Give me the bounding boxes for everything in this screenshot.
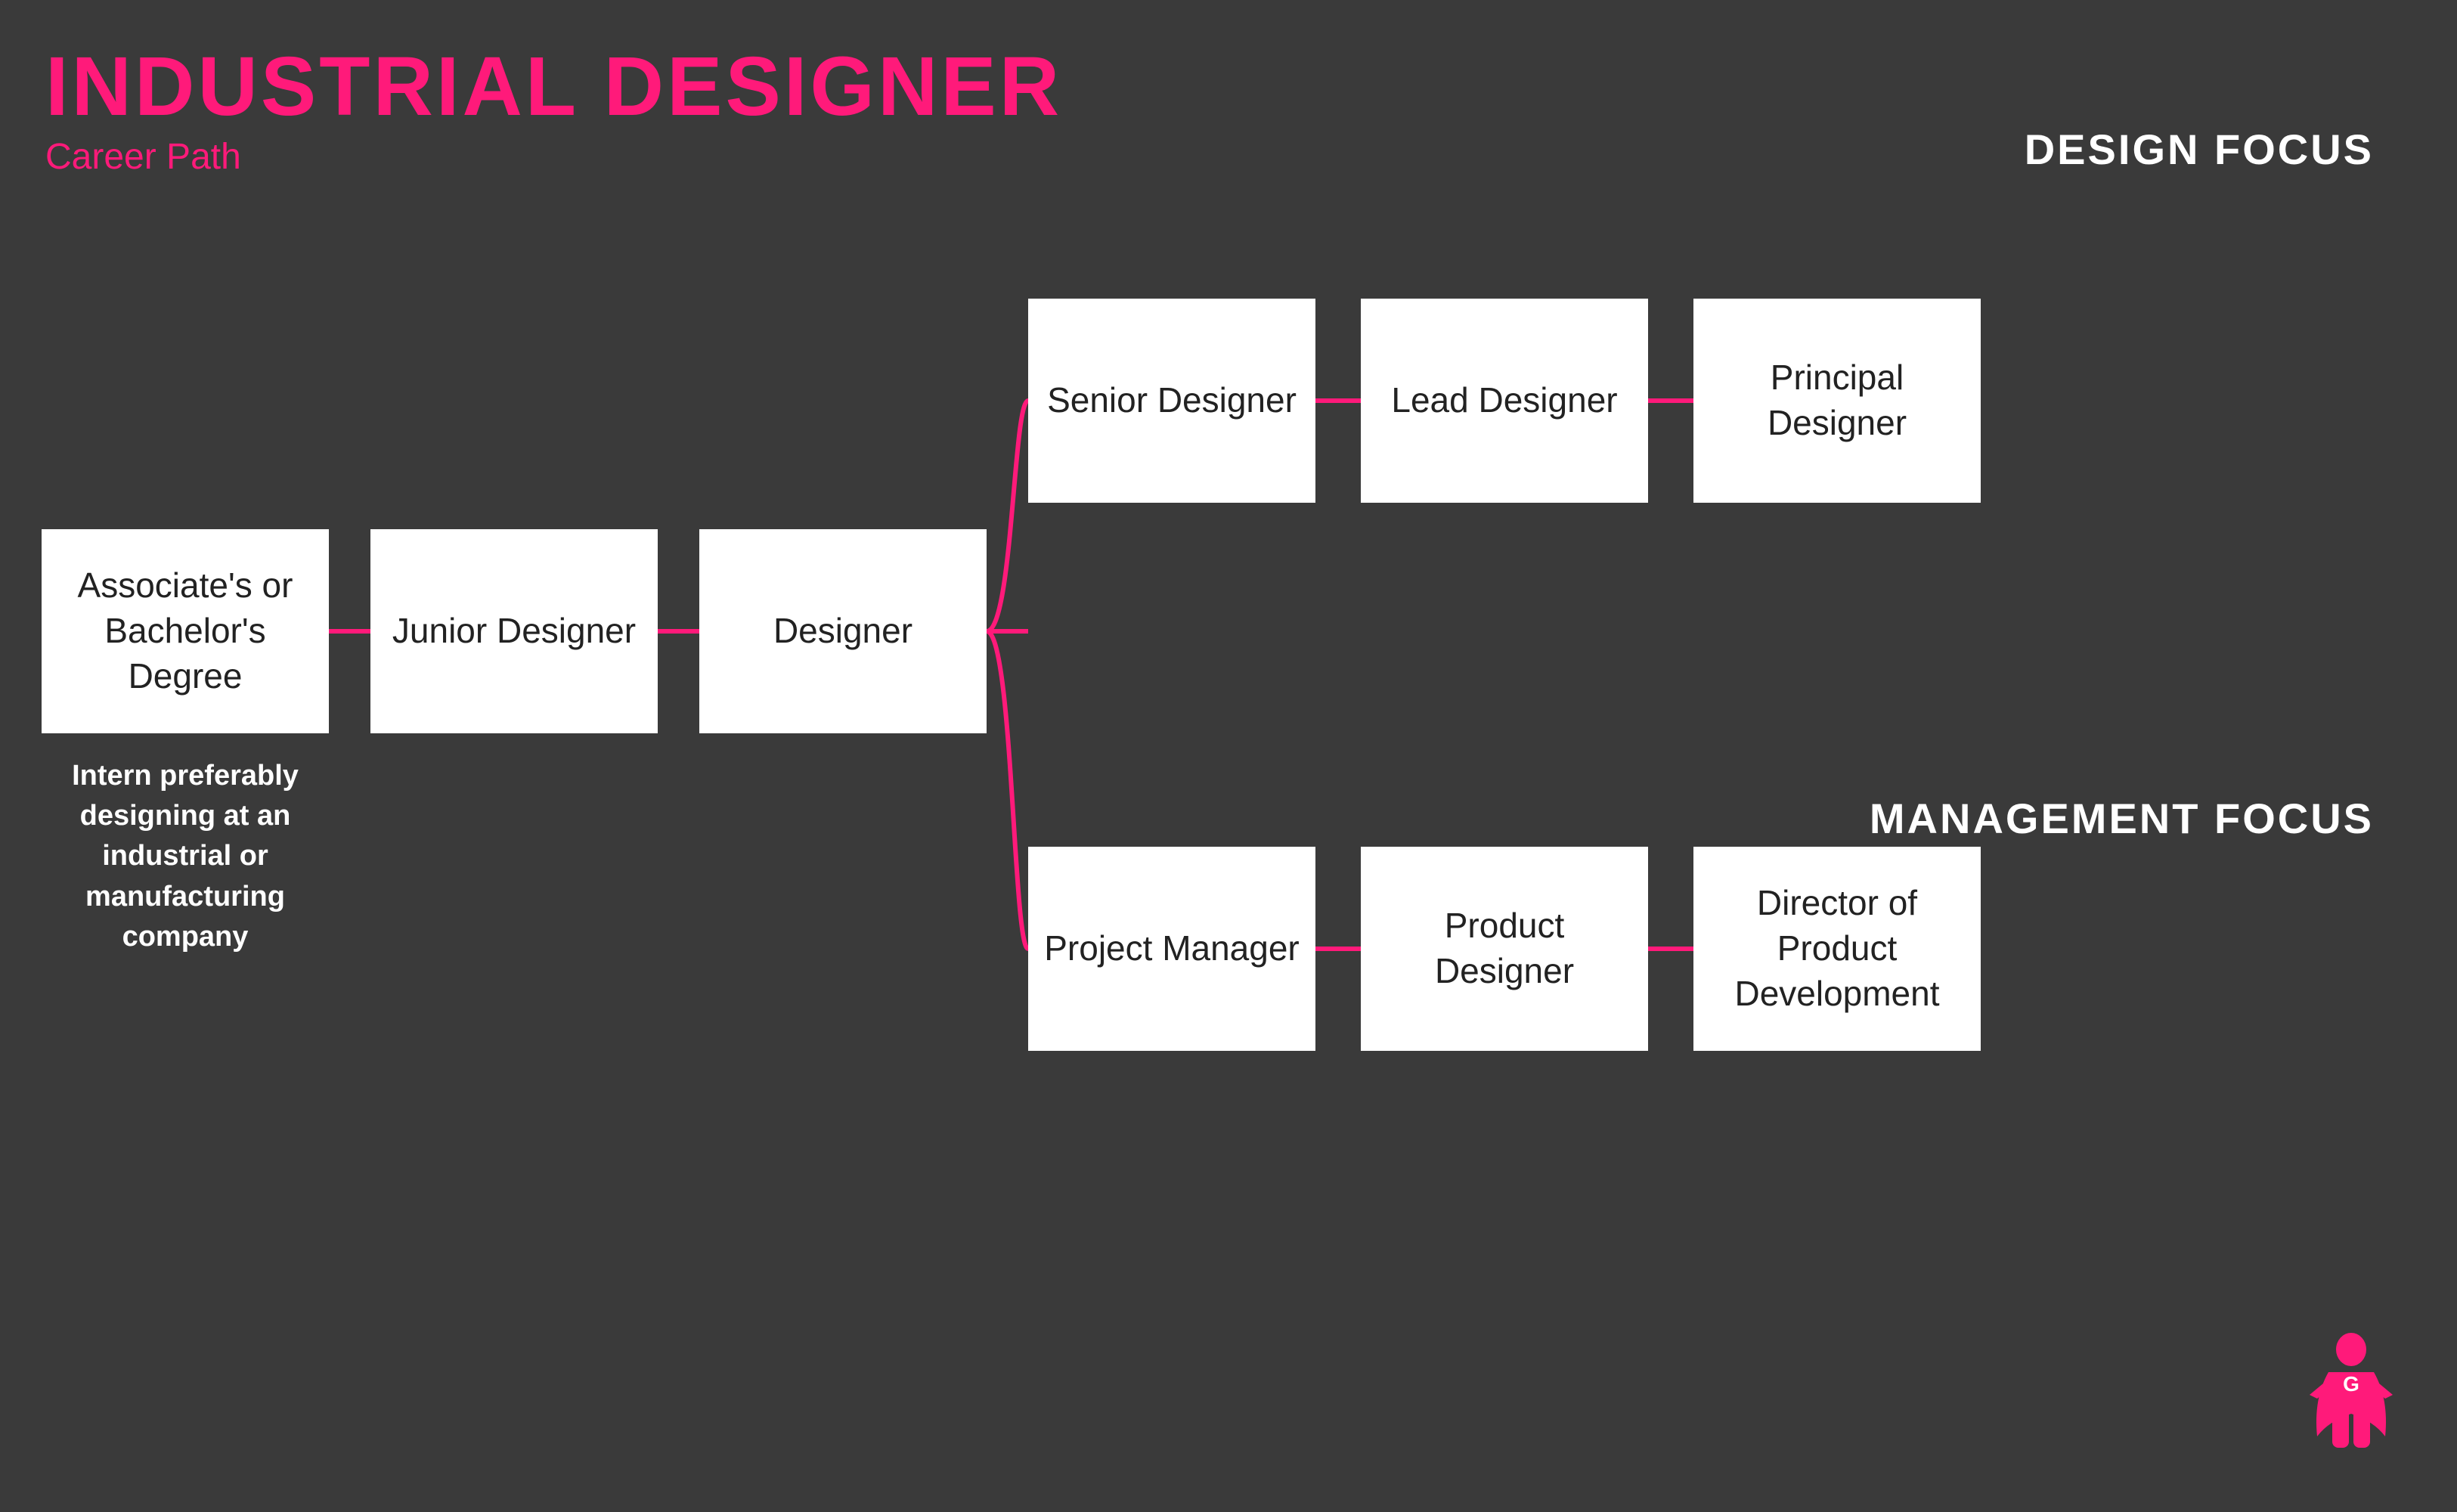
senior-designer-label: Senior Designer — [1047, 378, 1297, 423]
director-label: Director of ProductDevelopment — [1709, 881, 1966, 1016]
junior-designer-box: Junior Designer — [370, 529, 658, 733]
intern-description: Intern preferably designing at an indust… — [42, 756, 329, 957]
principal-designer-box: Principal Designer — [1693, 299, 1981, 503]
product-designer-label: Product Designer — [1376, 903, 1633, 994]
principal-designer-label: Principal Designer — [1709, 355, 1966, 446]
project-manager-box: Project Manager — [1028, 847, 1315, 1051]
logo-area: G — [2306, 1331, 2397, 1452]
designer-box: Designer — [699, 529, 987, 733]
project-manager-label: Project Manager — [1044, 926, 1300, 971]
lead-designer-box: Lead Designer — [1361, 299, 1648, 503]
senior-designer-box: Senior Designer — [1028, 299, 1315, 503]
svg-text:G: G — [2343, 1372, 2359, 1396]
director-box: Director of ProductDevelopment — [1693, 847, 1981, 1051]
design-focus-label: DESIGN FOCUS — [2025, 125, 2374, 174]
connector-lines — [0, 0, 2457, 1512]
degree-box: Associate's orBachelor's Degree — [42, 529, 329, 733]
product-designer-box: Product Designer — [1361, 847, 1648, 1051]
management-focus-label: MANAGEMENT FOCUS — [1870, 794, 2374, 843]
logo-icon: G — [2306, 1331, 2397, 1452]
header-section: INDUSTRIAL DESIGNER Career Path — [45, 45, 1062, 178]
designer-label: Designer — [773, 609, 912, 654]
junior-designer-label: Junior Designer — [392, 609, 636, 654]
degree-label: Associate's orBachelor's Degree — [57, 563, 314, 699]
lead-designer-label: Lead Designer — [1391, 378, 1617, 423]
page-subtitle: Career Path — [45, 136, 1062, 178]
page-title: INDUSTRIAL DESIGNER — [45, 45, 1062, 129]
